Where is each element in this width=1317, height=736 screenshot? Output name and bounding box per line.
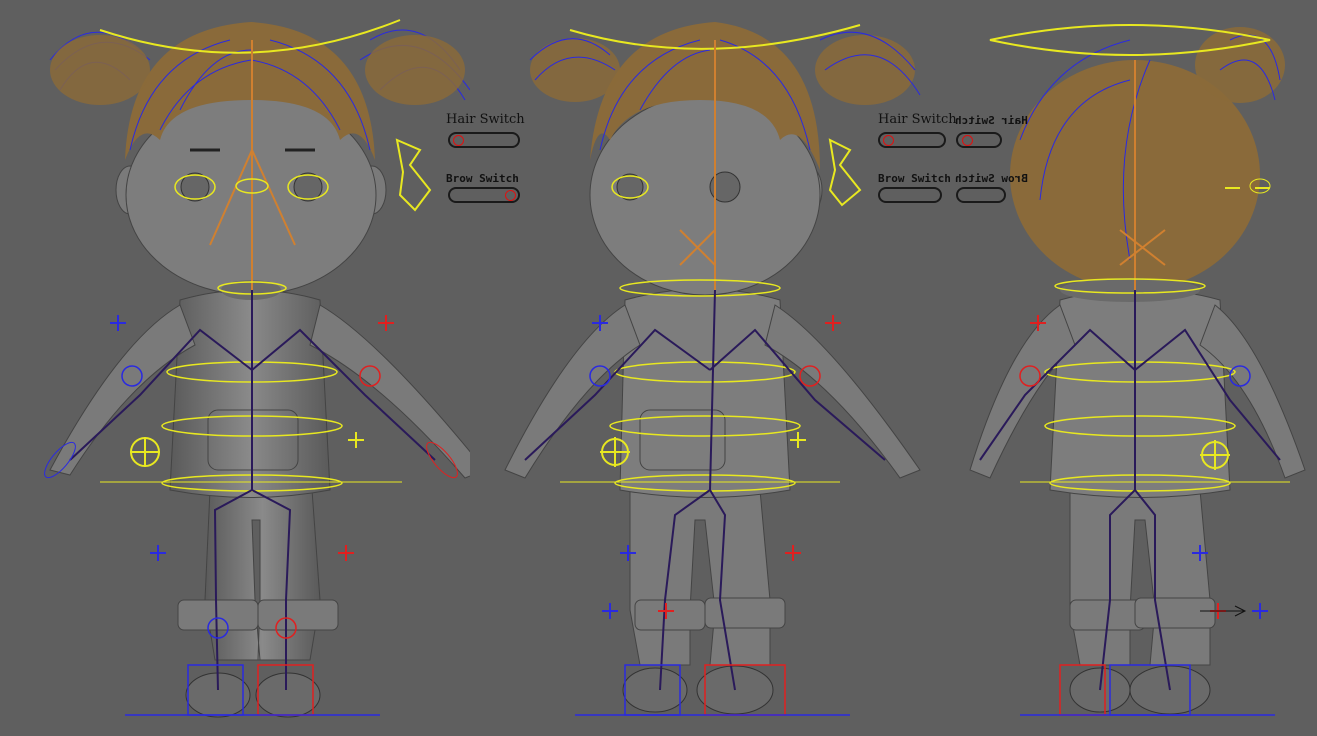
hair-switch-knob-2[interactable]: [883, 135, 894, 146]
hair-switch-label-mirrored: Hair Switch: [955, 114, 1028, 127]
front-legs: [204, 489, 321, 661]
front-bun-right: [365, 35, 465, 105]
hair-switch-label: Hair Switch: [446, 112, 525, 127]
brow-switch-label-2: Brow Switch: [878, 172, 951, 185]
brow-switch-slider-2[interactable]: [878, 187, 942, 203]
hair-switch-slider[interactable]: [448, 132, 520, 148]
hair-switch-slider-mirrored[interactable]: [956, 132, 1002, 148]
front-bun-left: [50, 35, 150, 105]
brow-switch-label-mirrored: Brow Switch: [955, 172, 1028, 185]
hair-switch-knob-mirrored[interactable]: [962, 135, 973, 146]
three-quarter-view-rig[interactable]: [490, 0, 930, 736]
hair-switch-label-2: Hair Switch: [878, 112, 957, 127]
brow-switch-label: Brow Switch: [446, 172, 519, 185]
maya-viewport[interactable]: Hair Switch Brow Switch Hair Switch Brow…: [0, 0, 1317, 736]
front-shoe-right: [255, 672, 321, 718]
brow-switch-slider[interactable]: [448, 187, 520, 203]
front-cuff-right: [257, 599, 339, 631]
front-cuff-left: [177, 599, 259, 631]
hair-switch-slider-2[interactable]: [878, 132, 946, 148]
front-torso: [169, 289, 331, 498]
brow-switch-slider-mirrored[interactable]: [956, 187, 1006, 203]
back-view-rig[interactable]: [930, 0, 1317, 736]
brow-switch-knob[interactable]: [505, 190, 516, 201]
hair-switch-knob[interactable]: [453, 135, 464, 146]
front-view-rig[interactable]: [30, 0, 470, 736]
